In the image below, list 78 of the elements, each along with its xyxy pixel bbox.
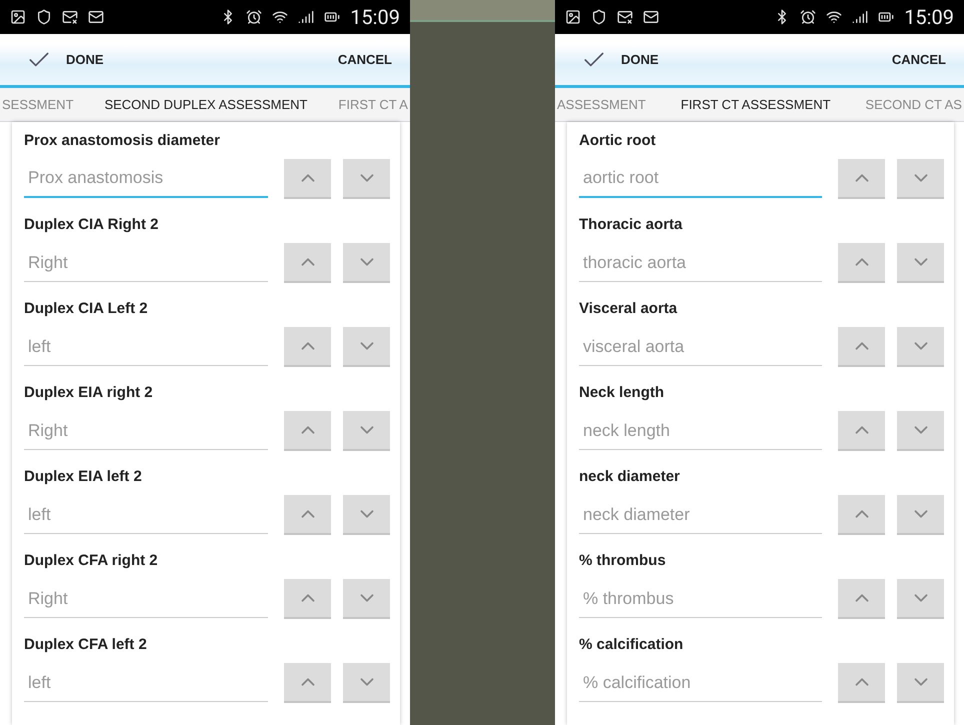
decrement-button[interactable] <box>897 411 944 451</box>
envelope-icon <box>643 9 659 25</box>
increment-button[interactable] <box>838 663 886 703</box>
decrement-button[interactable] <box>343 243 390 283</box>
increment-button[interactable] <box>838 327 886 367</box>
increment-button[interactable] <box>838 159 886 199</box>
decrement-button[interactable] <box>343 579 390 619</box>
tab[interactable]: SECOND DUPLEX ASSESSMENT <box>102 97 310 112</box>
decrement-button[interactable] <box>897 579 944 619</box>
field-label: Duplex CIA Left 2 <box>24 299 149 319</box>
alarm-icon <box>800 9 816 25</box>
shield-icon <box>36 9 52 25</box>
increment-button[interactable] <box>838 579 886 619</box>
field-label: % thrombus <box>579 551 667 571</box>
input-field[interactable]: Prox anastomosis <box>24 160 268 198</box>
status-time: 15:09 <box>904 5 954 29</box>
cancel-button[interactable]: CANCEL <box>334 48 396 71</box>
field-label: Duplex CIA Right 2 <box>24 215 160 235</box>
input-field[interactable]: left <box>24 328 268 366</box>
field-label: Neck length <box>579 383 666 403</box>
input-field[interactable]: Right <box>24 244 268 282</box>
field-label: neck diameter <box>579 467 681 487</box>
done-button[interactable]: DONE <box>577 42 663 76</box>
increment-button[interactable] <box>838 243 886 283</box>
mail-icon <box>617 9 633 25</box>
input-field[interactable]: aortic root <box>579 160 822 198</box>
input-field[interactable]: thoracic aorta <box>579 244 822 282</box>
increment-button[interactable] <box>838 495 886 535</box>
decrement-button[interactable] <box>343 327 390 367</box>
increment-button[interactable] <box>284 327 332 367</box>
input-field[interactable]: visceral aorta <box>579 328 822 366</box>
input-field[interactable]: left <box>24 496 268 534</box>
increment-button[interactable] <box>284 495 332 535</box>
alarm-icon <box>246 9 262 25</box>
decrement-button[interactable] <box>897 159 944 199</box>
decrement-button[interactable] <box>343 411 390 451</box>
input-field[interactable]: % thrombus <box>579 580 822 618</box>
mail-icon <box>62 9 78 25</box>
wifi-icon <box>826 9 842 25</box>
field-label: Duplex EIA left 2 <box>24 467 143 487</box>
status-time: 15:09 <box>350 5 400 29</box>
input-field[interactable]: neck diameter <box>579 496 822 534</box>
increment-button[interactable] <box>284 411 332 451</box>
tab[interactable]: FIRST CT ASSESSMENT <box>678 97 833 112</box>
input-field[interactable]: neck length <box>579 412 822 450</box>
field-label: Aortic root <box>579 131 657 151</box>
signal-icon <box>852 9 868 25</box>
field-label: Duplex CFA right 2 <box>24 551 159 571</box>
increment-button[interactable] <box>284 579 332 619</box>
decrement-button[interactable] <box>897 495 944 535</box>
shield-icon <box>591 9 607 25</box>
decrement-button[interactable] <box>897 327 944 367</box>
input-field[interactable]: Right <box>24 580 268 618</box>
input-field[interactable]: left <box>24 664 268 702</box>
decrement-button[interactable] <box>343 495 390 535</box>
field-label: Duplex EIA right 2 <box>24 383 154 403</box>
field-label: Prox anastomosis diameter <box>24 131 221 151</box>
done-button[interactable]: DONE <box>22 42 108 76</box>
field-label: % calcification <box>579 635 684 655</box>
envelope-icon <box>88 9 104 25</box>
increment-button[interactable] <box>838 411 886 451</box>
cancel-button[interactable]: CANCEL <box>888 48 950 71</box>
increment-button[interactable] <box>284 243 332 283</box>
image-icon <box>565 9 581 25</box>
wifi-icon <box>272 9 288 25</box>
increment-button[interactable] <box>284 663 332 703</box>
field-label: Duplex CFA left 2 <box>24 635 148 655</box>
image-icon <box>10 9 26 25</box>
decrement-button[interactable] <box>343 663 390 703</box>
field-label: Thoracic aorta <box>579 215 684 235</box>
increment-button[interactable] <box>284 159 332 199</box>
signal-icon <box>298 9 314 25</box>
decrement-button[interactable] <box>897 243 944 283</box>
decrement-button[interactable] <box>343 159 390 199</box>
input-field[interactable]: % calcification <box>579 664 822 702</box>
decrement-button[interactable] <box>897 663 944 703</box>
field-label: Visceral aorta <box>579 299 678 319</box>
input-field[interactable]: Right <box>24 412 268 450</box>
